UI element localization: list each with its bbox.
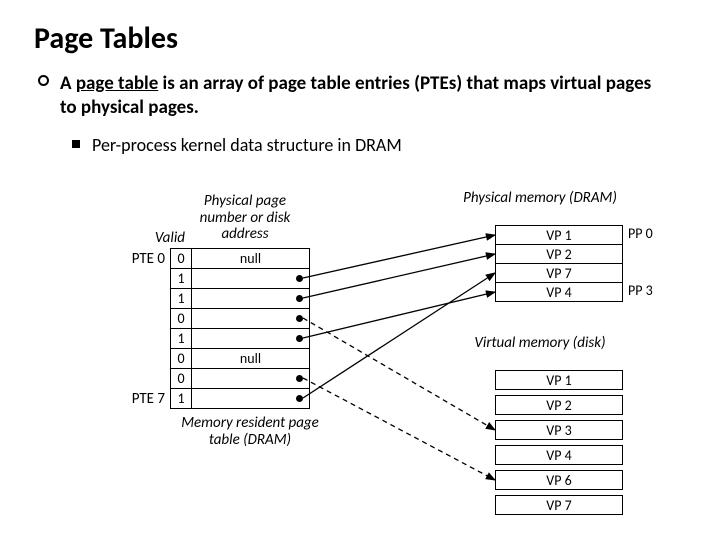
phys-page-box: VP 1 — [495, 225, 623, 245]
valid-cell: 0 — [170, 369, 192, 389]
addr-cell — [192, 329, 310, 349]
valid-cell: 0 — [170, 249, 192, 269]
table-row: 0null — [170, 249, 310, 269]
table-row: 1 — [170, 329, 310, 349]
table-row: 0 — [170, 309, 310, 329]
pointer-dot-icon — [296, 375, 303, 382]
bullet-circle-icon — [38, 75, 49, 86]
memory-resident-label: Memory resident page table (DRAM) — [170, 415, 330, 448]
addr-cell — [192, 369, 310, 389]
pointer-dot-icon — [296, 315, 303, 322]
addr-cell — [192, 269, 310, 289]
virt-page-box: VP 6 — [495, 470, 623, 490]
virt-page-box: VP 4 — [495, 445, 623, 465]
page-table: 0null 1 1 0 1 0null 0 1 — [170, 248, 310, 409]
pp0-label: PP 0 — [628, 225, 668, 242]
sub-bullet-text: Per-process kernel data structure in DRA… — [92, 134, 402, 156]
pointer-dot-icon — [296, 395, 303, 402]
pointer-dot-icon — [296, 295, 303, 302]
addr-cell: null — [192, 249, 310, 269]
virt-page-box: VP 2 — [495, 395, 623, 415]
bullet-square-icon — [72, 140, 80, 148]
table-row: 0null — [170, 349, 310, 369]
pointer-dot-icon — [296, 335, 303, 342]
valid-cell: 1 — [170, 289, 192, 309]
valid-cell: 0 — [170, 309, 192, 329]
addr-cell — [192, 389, 310, 409]
virtual-memory-label: Virtual memory (disk) — [465, 335, 615, 352]
physical-memory-label: Physical memory (DRAM) — [455, 190, 625, 207]
diagram: Valid Physical page number or disk addre… — [0, 170, 720, 540]
page-title: Page Tables — [34, 20, 178, 57]
valid-cell: 1 — [170, 389, 192, 409]
addr-cell — [192, 309, 310, 329]
phys-page-box: VP 7 — [495, 263, 623, 283]
table-row: 1 — [170, 269, 310, 289]
ppn-header-label: Physical page number or disk address — [190, 193, 300, 243]
phys-page-box: VP 4 — [495, 282, 623, 302]
valid-cell: 1 — [170, 269, 192, 289]
phys-page-box: VP 2 — [495, 244, 623, 264]
table-row: 0 — [170, 369, 310, 389]
pte0-label: PTE 0 — [115, 250, 165, 268]
main-bullet: A page table is an array of page table e… — [60, 72, 660, 120]
valid-header-label: Valid — [135, 230, 185, 247]
valid-cell: 1 — [170, 329, 192, 349]
addr-cell — [192, 289, 310, 309]
table-row: 1 — [170, 389, 310, 409]
virt-page-box: VP 3 — [495, 420, 623, 440]
main-bullet-term: page table — [76, 72, 158, 95]
valid-cell: 0 — [170, 349, 192, 369]
sub-bullet: Per-process kernel data structure in DRA… — [92, 134, 652, 156]
pte7-label: PTE 7 — [115, 390, 165, 408]
virt-page-box: VP 1 — [495, 370, 623, 390]
table-row: 1 — [170, 289, 310, 309]
pointer-dot-icon — [296, 275, 303, 282]
addr-cell: null — [192, 349, 310, 369]
pp3-label: PP 3 — [628, 282, 668, 299]
virt-page-box: VP 7 — [495, 495, 623, 515]
main-bullet-pre: A — [60, 72, 76, 95]
